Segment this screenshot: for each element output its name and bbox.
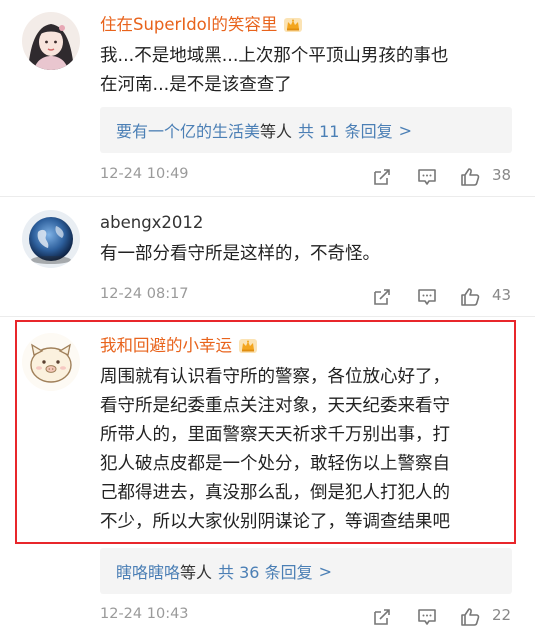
comment-time: 12-24 10:43 xyxy=(100,606,189,622)
avatar-earth-photo-icon xyxy=(22,210,80,268)
reply-user-link[interactable]: 瞎咯瞎咯 xyxy=(116,559,180,583)
comment-button[interactable] xyxy=(413,283,441,311)
user-avatar[interactable] xyxy=(22,210,80,268)
comment-text: 我...不是地域黑...上次那个平顶山男孩的事也 在河南...是不是该查查了 xyxy=(100,42,525,100)
user-avatar[interactable] xyxy=(22,12,80,70)
replies-summary[interactable]: 要有一个亿的生活美 等人 共 11 条回复 > xyxy=(100,107,512,153)
like-icon xyxy=(461,608,480,626)
chevron-right-icon: > xyxy=(318,561,332,581)
reply-count[interactable]: 共 36 条回复 xyxy=(218,559,313,583)
comment-time: 12-24 10:49 xyxy=(100,166,189,182)
comment-item: abengx2012 有一部分看守所是这样的，不奇怪。 12-24 08:17 … xyxy=(0,197,535,317)
comment-button[interactable] xyxy=(413,603,441,631)
comment-button[interactable] xyxy=(413,163,441,191)
comment-item: 我和回避的小幸运 周围就有认识看守所的警察，各位放心好了， 看守所是纪委重点关注… xyxy=(0,317,535,636)
comment-text-line: 不少，所以大家伙别阴谋论了，等调查结果吧 xyxy=(100,512,450,532)
reply-user-link[interactable]: 要有一个亿的生活美 xyxy=(116,118,260,142)
share-icon xyxy=(374,169,390,185)
reply-count[interactable]: 共 11 条回复 xyxy=(298,118,393,142)
share-icon xyxy=(374,289,390,305)
username[interactable]: abengx2012 xyxy=(100,212,203,234)
avatar-cartoon-pig-icon xyxy=(22,333,80,391)
replies-summary[interactable]: 瞎咯瞎咯 等人 共 36 条回复 > xyxy=(100,548,512,594)
comment-icon xyxy=(418,609,436,625)
comment-text-line: 周围就有认识看守所的警察，各位放心好了， xyxy=(100,367,450,387)
like-button[interactable] xyxy=(456,283,484,311)
comment-time: 12-24 08:17 xyxy=(100,286,189,302)
like-button[interactable] xyxy=(456,163,484,191)
comment-text: 周围就有认识看守所的警察，各位放心好了， 看守所是纪委重点关注对象，天天纪委来看… xyxy=(100,363,525,537)
like-count: 38 xyxy=(492,166,512,184)
avatar-girl-illustration-icon xyxy=(22,12,80,70)
like-icon xyxy=(461,168,480,186)
share-icon xyxy=(374,609,390,625)
share-button[interactable] xyxy=(368,603,396,631)
like-button[interactable] xyxy=(456,603,484,631)
like-count: 22 xyxy=(492,606,512,624)
comment-icon xyxy=(418,169,436,185)
like-count: 43 xyxy=(492,286,512,304)
comment-text-line: 己都得进去，真没那么乱，倒是犯人打犯人的 xyxy=(100,483,450,503)
comment-text-line: 所带人的，里面警察天天祈求千万别出事，打 xyxy=(100,425,450,445)
like-icon xyxy=(461,288,480,306)
username[interactable]: 我和回避的小幸运 xyxy=(100,335,232,357)
comment-icon xyxy=(418,289,436,305)
crown-icon xyxy=(283,16,303,34)
comment-text-line: 看守所是纪委重点关注对象，天天纪委来看守 xyxy=(100,396,450,416)
reply-connector-text: 等人 xyxy=(260,122,293,141)
user-avatar[interactable] xyxy=(22,333,80,391)
crown-icon xyxy=(238,337,258,355)
comment-text-line: 我...不是地域黑...上次那个平顶山男孩的事也 xyxy=(100,46,449,66)
username[interactable]: 住在SuperIdol的笑容里 xyxy=(100,14,277,36)
reply-connector-text: 等人 xyxy=(180,563,213,582)
comment-text: 有一部分看守所是这样的，不奇怪。 xyxy=(100,240,525,269)
comment-text-line: 有一部分看守所是这样的，不奇怪。 xyxy=(100,244,380,264)
share-button[interactable] xyxy=(368,163,396,191)
comment-item: 住在SuperIdol的笑容里 我...不是地域黑...上次那个平顶山男孩的事也… xyxy=(0,0,535,196)
comment-text-line: 在河南...是不是该查查了 xyxy=(100,75,292,95)
comment-text-line: 犯人破点皮都是一个处分，敢轻伤以上警察自 xyxy=(100,454,450,474)
chevron-right-icon: > xyxy=(398,120,412,140)
share-button[interactable] xyxy=(368,283,396,311)
